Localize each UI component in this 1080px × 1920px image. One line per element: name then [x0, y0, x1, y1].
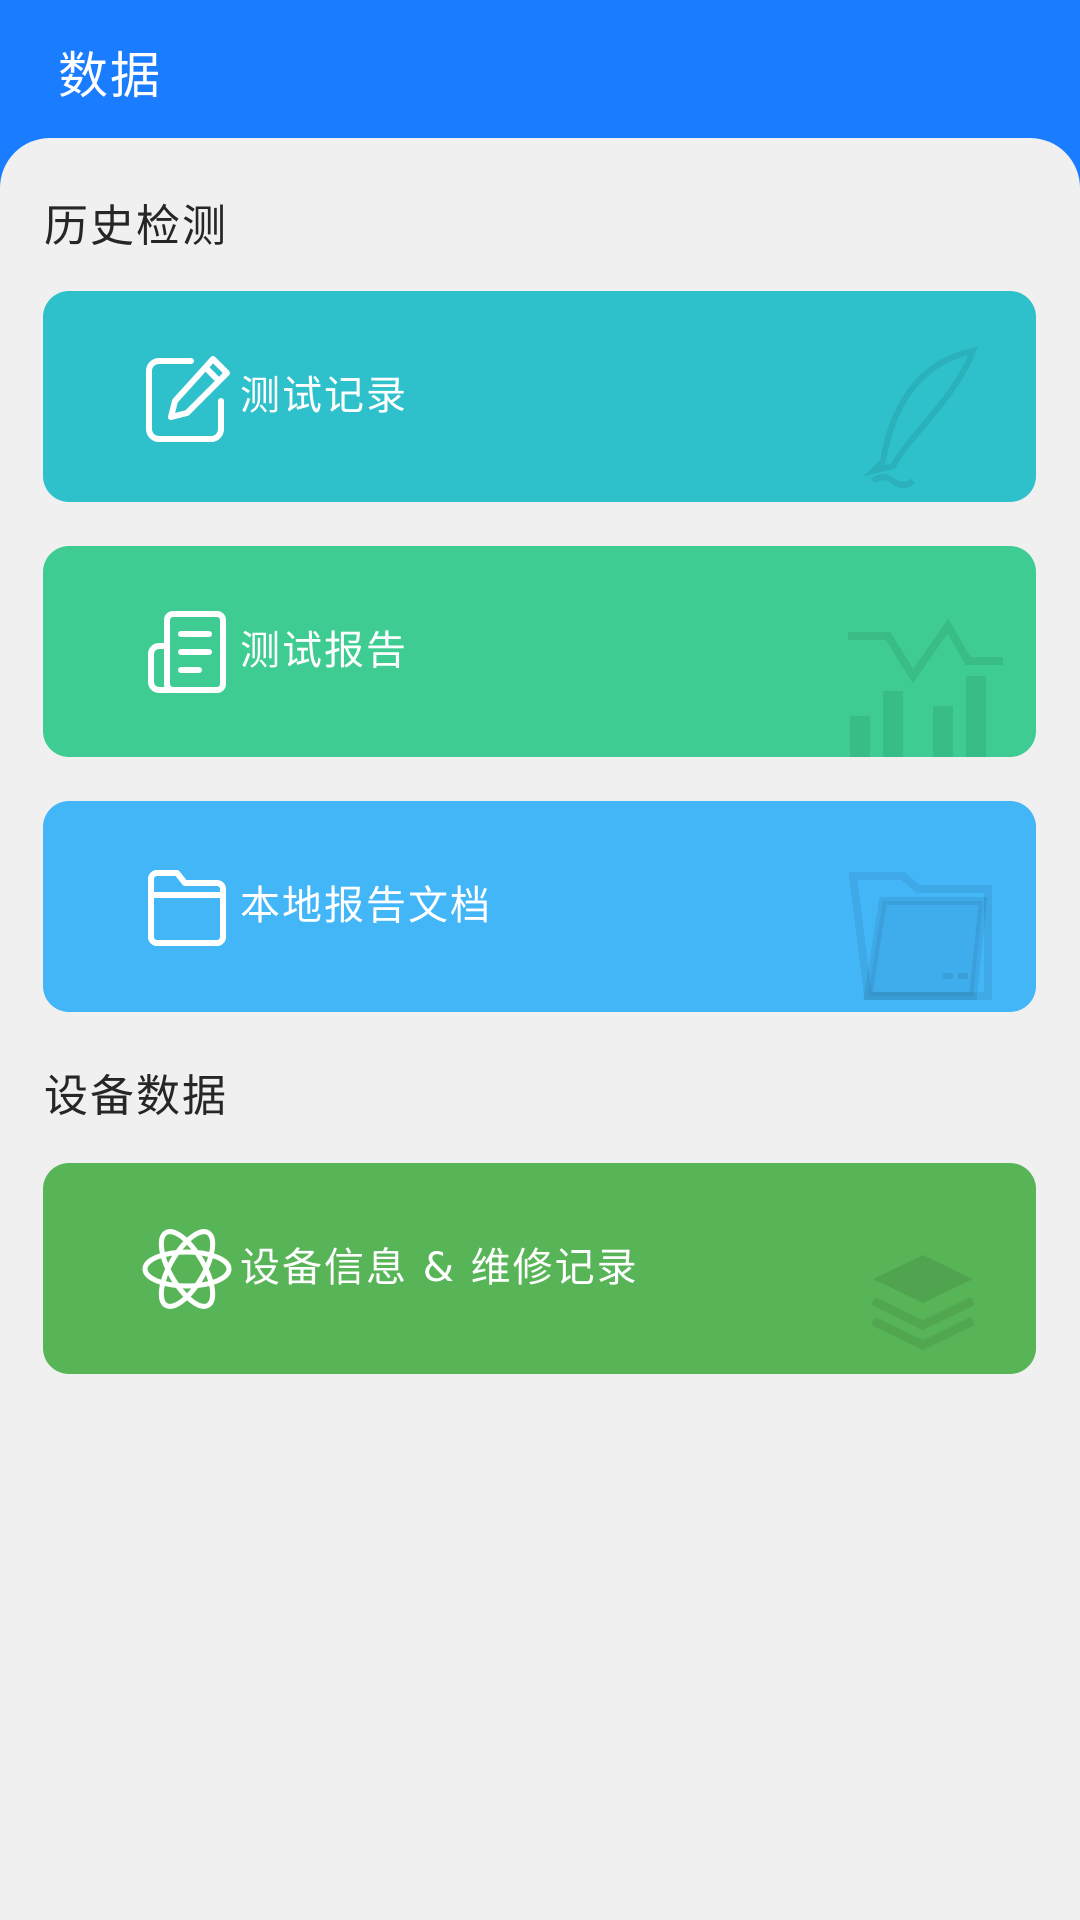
edit-icon [146, 356, 230, 442]
card-label: 本地报告文档 [240, 883, 492, 929]
app-bar: 数据 [0, 0, 1080, 150]
card-device-info-repair[interactable]: 设备信息 & 维修记录 [43, 1163, 1036, 1374]
card-local-report-docs[interactable]: 本地报告文档 [43, 801, 1036, 1012]
card-label: 设备信息 & 维修记录 [240, 1245, 639, 1291]
atom-icon [142, 1229, 232, 1309]
card-label: 测试报告 [240, 628, 408, 674]
chart-icon [848, 618, 1003, 757]
folders-icon [848, 872, 992, 1000]
quill-icon [863, 346, 978, 488]
card-test-records[interactable]: 测试记录 [43, 291, 1036, 502]
page-title: 数据 [58, 47, 162, 105]
section-title-device-data: 设备数据 [44, 1071, 228, 1122]
content-area: 历史检测 测试记录 测试报告 本地报告文档 设备数据 设备信息 & 维修记录 [0, 138, 1080, 1920]
card-test-reports[interactable]: 测试报告 [43, 546, 1036, 757]
folder-icon [148, 870, 226, 946]
card-label: 测试记录 [240, 373, 408, 419]
layers-icon [871, 1255, 975, 1350]
report-icon [148, 611, 226, 693]
section-title-history: 历史检测 [44, 201, 228, 252]
